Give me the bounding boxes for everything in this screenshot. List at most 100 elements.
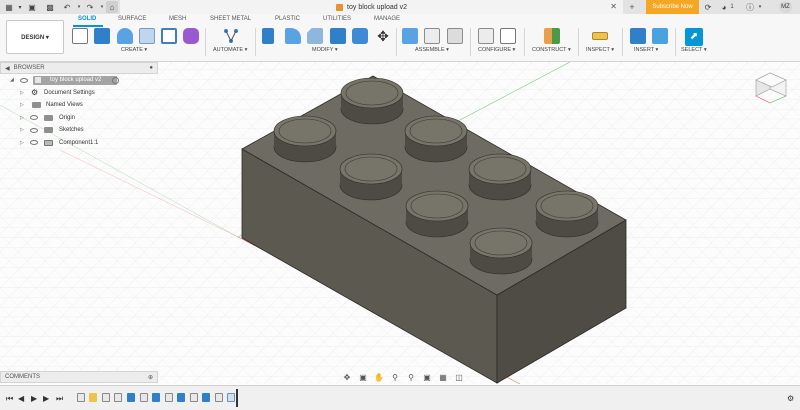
expand-icon[interactable]: ▷: [20, 90, 24, 96]
extrude-icon[interactable]: [94, 28, 110, 44]
refresh-icon[interactable]: ⟳: [703, 1, 713, 13]
create-sketch-icon[interactable]: [72, 28, 88, 44]
timeline-sketch-icon[interactable]: [140, 393, 148, 402]
select-cursor-icon[interactable]: ⬈: [685, 28, 703, 46]
tab-utilities[interactable]: UTILITIES: [323, 16, 351, 22]
go-to-end-icon[interactable]: ⏭: [56, 394, 63, 404]
play-icon[interactable]: ▶: [31, 394, 37, 403]
plus-icon[interactable]: +: [626, 2, 638, 12]
timeline-sketch-icon[interactable]: [114, 393, 122, 402]
measure-icon[interactable]: [592, 32, 608, 40]
group-configure[interactable]: CONFIGURE ▾: [478, 47, 515, 53]
app-grid-icon[interactable]: ▦: [4, 1, 14, 13]
revolve-icon[interactable]: [117, 28, 133, 44]
fillet-icon[interactable]: [285, 28, 301, 44]
undo-dropdown-icon[interactable]: ▾: [76, 1, 82, 13]
new-component-icon[interactable]: [402, 28, 418, 44]
form-icon[interactable]: [183, 28, 199, 44]
chamfer-icon[interactable]: [307, 28, 323, 44]
browser-item-document-settings[interactable]: ▷ ⚙ Document Settings: [0, 87, 158, 100]
group-select[interactable]: SELECT ▾: [681, 47, 707, 53]
stud[interactable]: [273, 115, 337, 163]
tab-manage[interactable]: MANAGE: [374, 16, 400, 22]
insert-image-icon[interactable]: [652, 28, 668, 44]
undo-icon[interactable]: ↶: [62, 1, 72, 13]
subscribe-button[interactable]: Subscribe Now: [646, 0, 699, 14]
combine-icon[interactable]: [352, 28, 368, 44]
automate-icon[interactable]: [223, 28, 239, 44]
tab-mesh[interactable]: MESH: [169, 16, 186, 22]
timeline-sketch-icon[interactable]: [102, 393, 110, 402]
expand-icon[interactable]: ◢: [10, 77, 14, 83]
pan-icon[interactable]: ✋: [372, 372, 386, 382]
display-settings-icon[interactable]: ▣: [420, 372, 434, 382]
visibility-eye-icon[interactable]: [30, 127, 38, 133]
group-insert[interactable]: INSERT ▾: [634, 47, 658, 53]
hole-icon[interactable]: [139, 28, 155, 44]
group-create[interactable]: CREATE ▾: [121, 47, 147, 53]
group-construct[interactable]: CONSTRUCT ▾: [532, 47, 571, 53]
browser-header[interactable]: ◀ BROWSER ●: [0, 62, 158, 74]
go-to-start-icon[interactable]: ⏮: [6, 394, 13, 404]
stud[interactable]: [535, 190, 599, 238]
close-icon[interactable]: ✕: [610, 2, 617, 11]
browser-item-component[interactable]: ▷ Component1:1: [0, 137, 158, 150]
stud[interactable]: [468, 153, 532, 201]
expand-icon[interactable]: ▷: [20, 102, 24, 108]
stud[interactable]: [404, 115, 468, 163]
visibility-eye-icon[interactable]: [30, 115, 38, 121]
workspace-switcher-button[interactable]: DESIGN ▾: [6, 20, 64, 54]
timeline-extrude-icon[interactable]: [202, 393, 210, 402]
tab-plastic[interactable]: PLASTIC: [275, 16, 300, 22]
file-dropdown-icon[interactable]: ▾: [16, 1, 24, 13]
timeline-extrude-icon[interactable]: [127, 393, 135, 402]
timeline-extrude-icon[interactable]: [152, 393, 160, 402]
insert-derive-icon[interactable]: [630, 28, 646, 44]
zoom-icon[interactable]: ⚲: [388, 372, 402, 382]
redo-dropdown-icon[interactable]: ▾: [99, 1, 105, 13]
offset-plane-icon[interactable]: [544, 28, 560, 44]
comments-panel[interactable]: COMMENTS ⊕: [0, 371, 158, 383]
step-back-icon[interactable]: ◀: [18, 394, 24, 403]
press-pull-icon[interactable]: [262, 28, 274, 44]
redo-icon[interactable]: ↷: [85, 1, 95, 13]
timeline-feature-icon[interactable]: [89, 393, 97, 402]
help-dropdown-icon[interactable]: ▾: [757, 1, 763, 13]
configure-icon[interactable]: [478, 28, 494, 44]
look-at-icon[interactable]: ▣: [356, 372, 370, 382]
browser-item-named-views[interactable]: ▷ Named Views: [0, 99, 158, 112]
browser-item-sketches[interactable]: ▷ Sketches: [0, 124, 158, 137]
expand-icon[interactable]: ▷: [20, 140, 24, 146]
configure-table-icon[interactable]: [500, 28, 516, 44]
stud[interactable]: [469, 227, 533, 275]
timeline-extrude-icon[interactable]: [177, 393, 185, 402]
browser-item-origin[interactable]: ▷ Origin: [0, 112, 158, 125]
stud[interactable]: [340, 77, 404, 125]
pattern-icon[interactable]: [161, 28, 177, 44]
shell-icon[interactable]: [330, 28, 346, 44]
stud[interactable]: [405, 190, 469, 238]
add-comment-icon[interactable]: ⊕: [148, 374, 153, 381]
group-modify[interactable]: MODIFY ▾: [312, 47, 338, 53]
timeline-marker[interactable]: [236, 389, 238, 407]
group-automate[interactable]: AUTOMATE ▾: [213, 47, 247, 53]
stud[interactable]: [339, 153, 403, 201]
as-built-joint-icon[interactable]: [447, 28, 463, 44]
visibility-eye-icon[interactable]: [30, 140, 38, 146]
tab-sheet-metal[interactable]: SHEET METAL: [210, 16, 251, 22]
timeline-sketch-icon[interactable]: [215, 393, 223, 402]
move-icon[interactable]: ✥: [375, 28, 391, 44]
notification-icon[interactable]: ◕: [719, 1, 729, 13]
browser-root-item[interactable]: ◢ toy block upload v2: [0, 74, 158, 87]
collapse-icon[interactable]: ◀: [5, 65, 10, 72]
home-icon[interactable]: ⌂: [106, 1, 118, 13]
orbit-icon[interactable]: ✥: [340, 372, 354, 382]
joint-icon[interactable]: [424, 28, 440, 44]
settings-icon[interactable]: ⚙: [787, 394, 794, 403]
expand-icon[interactable]: ▷: [20, 127, 24, 133]
document-tab[interactable]: toy block upload v2 ✕: [120, 0, 623, 14]
timeline-sketch-icon[interactable]: [165, 393, 173, 402]
fit-icon[interactable]: ⚲: [404, 372, 418, 382]
help-icon[interactable]: ⓘ: [745, 1, 755, 13]
viewports-icon[interactable]: ◫: [452, 372, 466, 382]
